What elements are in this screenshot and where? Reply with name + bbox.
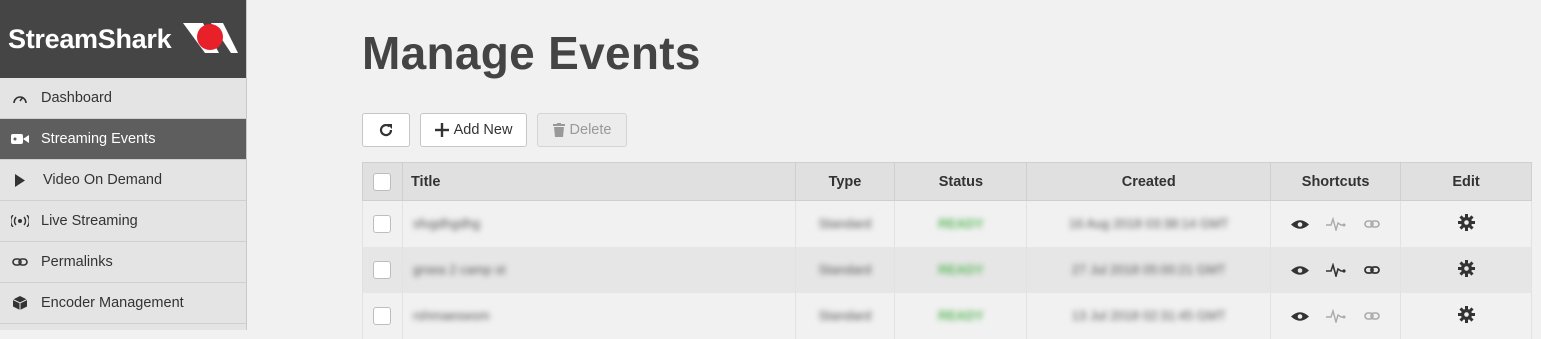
shortcuts-cell	[1270, 200, 1402, 247]
event-created-cell: 27 Jul 2018 05:00:21 GMT	[1026, 247, 1272, 293]
row-checkbox[interactable]	[373, 215, 392, 233]
event-status-cell: READY	[894, 200, 1028, 247]
events-table: Title Type Status Created Shortcuts Edit…	[362, 162, 1532, 339]
event-title-cell[interactable]: sfvgdhgdhg	[401, 200, 796, 247]
sidebar-item-dashboard[interactable]: Dashboard	[0, 78, 246, 119]
column-header-created[interactable]: Created	[1026, 162, 1272, 201]
link-icon[interactable]	[1361, 308, 1383, 324]
column-header-title[interactable]: Title	[401, 162, 796, 201]
delete-label: Delete	[569, 122, 612, 138]
refresh-icon	[379, 123, 393, 137]
column-header-status[interactable]: Status	[894, 162, 1028, 201]
gear-icon[interactable]	[1457, 305, 1475, 323]
edit-cell	[1400, 293, 1532, 339]
row-select-cell	[362, 247, 403, 293]
table-row[interactable]: grsea 2 camp st Standard READY 27 Jul 20…	[362, 247, 1532, 293]
sidebar-item-streaming-events[interactable]: Streaming Events	[0, 119, 246, 160]
event-type-cell: Standard	[794, 293, 896, 339]
event-title[interactable]: sfvgdhgdhg	[413, 216, 480, 231]
event-created: 27 Jul 2018 05:00:21 GMT	[1071, 262, 1226, 277]
select-all-checkbox[interactable]	[373, 172, 392, 191]
add-new-label: Add New	[453, 122, 513, 138]
gauge-icon	[10, 88, 30, 108]
edit-cell	[1400, 200, 1532, 247]
sidebar-item-encoder-management[interactable]: Encoder Management	[0, 283, 246, 324]
event-created-cell: 16 Aug 2018 03:38:14 GMT	[1026, 200, 1272, 247]
status-badge: READY	[938, 308, 984, 323]
event-title[interactable]: rshmaeswsm	[413, 308, 490, 323]
sidebar-item-label: Streaming Events	[41, 131, 156, 147]
row-checkbox[interactable]	[373, 307, 392, 325]
status-badge: READY	[938, 216, 984, 231]
add-new-button[interactable]: Add New	[420, 113, 527, 147]
row-checkbox[interactable]	[373, 261, 392, 279]
event-status-cell: READY	[894, 247, 1028, 293]
eye-icon[interactable]	[1289, 216, 1311, 232]
select-all-cell	[362, 162, 403, 201]
gear-icon[interactable]	[1457, 259, 1475, 277]
shortcuts-cell	[1270, 293, 1402, 339]
sidebar-item-live-streaming[interactable]: Live Streaming	[0, 201, 246, 242]
link-icon[interactable]	[1361, 262, 1383, 278]
event-created-cell: 13 Jul 2018 02:31:45 GMT	[1026, 293, 1272, 339]
delete-button[interactable]: Delete	[537, 113, 627, 147]
edit-cell	[1400, 247, 1532, 293]
video-camera-icon	[10, 129, 30, 149]
sidebar-item-label: Encoder Management	[41, 295, 184, 311]
event-status-cell: READY	[894, 293, 1028, 339]
column-header-type[interactable]: Type	[794, 162, 896, 201]
column-header-shortcuts: Shortcuts	[1270, 162, 1402, 201]
row-select-cell	[362, 293, 403, 339]
event-type: Standard	[818, 308, 872, 323]
event-title[interactable]: grsea 2 camp st	[413, 262, 506, 277]
pulse-icon[interactable]	[1325, 216, 1347, 232]
trash-icon	[552, 123, 565, 137]
pulse-icon[interactable]	[1325, 308, 1347, 324]
sidebar-item-label: Live Streaming	[41, 213, 138, 229]
event-type-cell: Standard	[794, 247, 896, 293]
broadcast-icon	[10, 211, 30, 231]
brand-name: StreamShark	[8, 24, 172, 54]
event-created: 16 Aug 2018 03:38:14 GMT	[1068, 216, 1229, 231]
page-title: Manage Events	[362, 27, 701, 79]
status-badge: READY	[938, 262, 984, 277]
event-created: 13 Jul 2018 02:31:45 GMT	[1071, 308, 1226, 323]
eye-icon[interactable]	[1289, 262, 1311, 278]
streamshark-logo-icon	[183, 23, 238, 53]
sidebar-item-video-on-demand[interactable]: Video On Demand	[0, 160, 246, 201]
table-row[interactable]: rshmaeswsm Standard READY 13 Jul 2018 02…	[362, 293, 1532, 339]
event-title-cell[interactable]: grsea 2 camp st	[401, 247, 796, 293]
row-select-cell	[362, 200, 403, 247]
refresh-button[interactable]	[362, 113, 410, 147]
event-type: Standard	[818, 216, 872, 231]
sidebar-item-label: Video On Demand	[43, 172, 163, 188]
link-icon	[10, 252, 30, 272]
event-type: Standard	[818, 262, 872, 277]
cube-icon	[10, 293, 30, 313]
shortcuts-cell	[1270, 247, 1402, 293]
event-type-cell: Standard	[794, 200, 896, 247]
brand-header[interactable]: StreamShark	[0, 0, 246, 78]
sidebar-item-label: Dashboard	[41, 90, 112, 106]
play-icon	[10, 170, 30, 190]
pulse-icon[interactable]	[1325, 262, 1347, 278]
table-header-row: Title Type Status Created Shortcuts Edit	[362, 162, 1532, 201]
eye-icon[interactable]	[1289, 308, 1311, 324]
plus-icon	[434, 123, 449, 137]
sidebar-item-label: Permalinks	[41, 254, 113, 270]
table-row[interactable]: sfvgdhgdhg Standard READY 16 Aug 2018 03…	[362, 200, 1532, 247]
sidebar-item-permalinks[interactable]: Permalinks	[0, 242, 246, 283]
sidebar: StreamShark Dashboard Streaming Events V…	[0, 0, 247, 330]
link-icon[interactable]	[1361, 216, 1383, 232]
gear-icon[interactable]	[1457, 213, 1475, 231]
column-header-edit: Edit	[1400, 162, 1532, 201]
event-title-cell[interactable]: rshmaeswsm	[401, 293, 796, 339]
